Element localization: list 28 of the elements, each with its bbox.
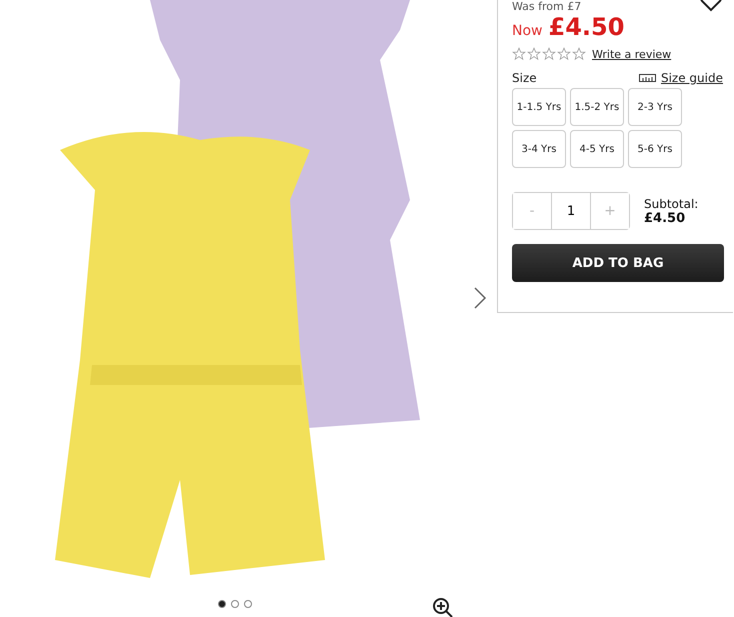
quantity-field[interactable]: 1 (551, 193, 591, 229)
zoom-in-icon[interactable] (432, 597, 454, 617)
subtotal-label: Subtotal: (644, 196, 698, 210)
was-price: Was from £7 (512, 0, 582, 13)
star-icon (542, 47, 556, 61)
ruler-icon (638, 74, 656, 82)
size-option[interactable]: 5-6 Yrs (628, 130, 682, 168)
carousel-dot[interactable] (244, 600, 252, 608)
size-label: Size (512, 71, 537, 85)
now-label: Now (512, 23, 542, 39)
carousel-dot[interactable] (231, 600, 239, 608)
carousel-dot[interactable] (218, 600, 226, 608)
chevron-right-icon[interactable] (473, 287, 487, 309)
size-option[interactable]: 1.5-2 Yrs (570, 88, 624, 126)
subtotal-value: £4.50 (644, 210, 686, 226)
star-icon (572, 47, 586, 61)
add-to-bag-button[interactable]: ADD TO BAG (512, 244, 724, 282)
star-icon (527, 47, 541, 61)
write-review-link[interactable]: Write a review (592, 48, 672, 60)
now-price: £4.50 (548, 13, 624, 41)
size-option[interactable]: 4-5 Yrs (570, 130, 624, 168)
size-option[interactable]: 1-1.5 Yrs (512, 88, 566, 126)
quantity-stepper[interactable]: - 1 + (512, 192, 630, 230)
size-option[interactable]: 2-3 Yrs (628, 88, 682, 126)
star-icon (512, 47, 526, 61)
size-option[interactable]: 3-4 Yrs (512, 130, 566, 168)
star-icon (557, 47, 571, 61)
size-guide-link[interactable]: Size guide (660, 71, 723, 85)
